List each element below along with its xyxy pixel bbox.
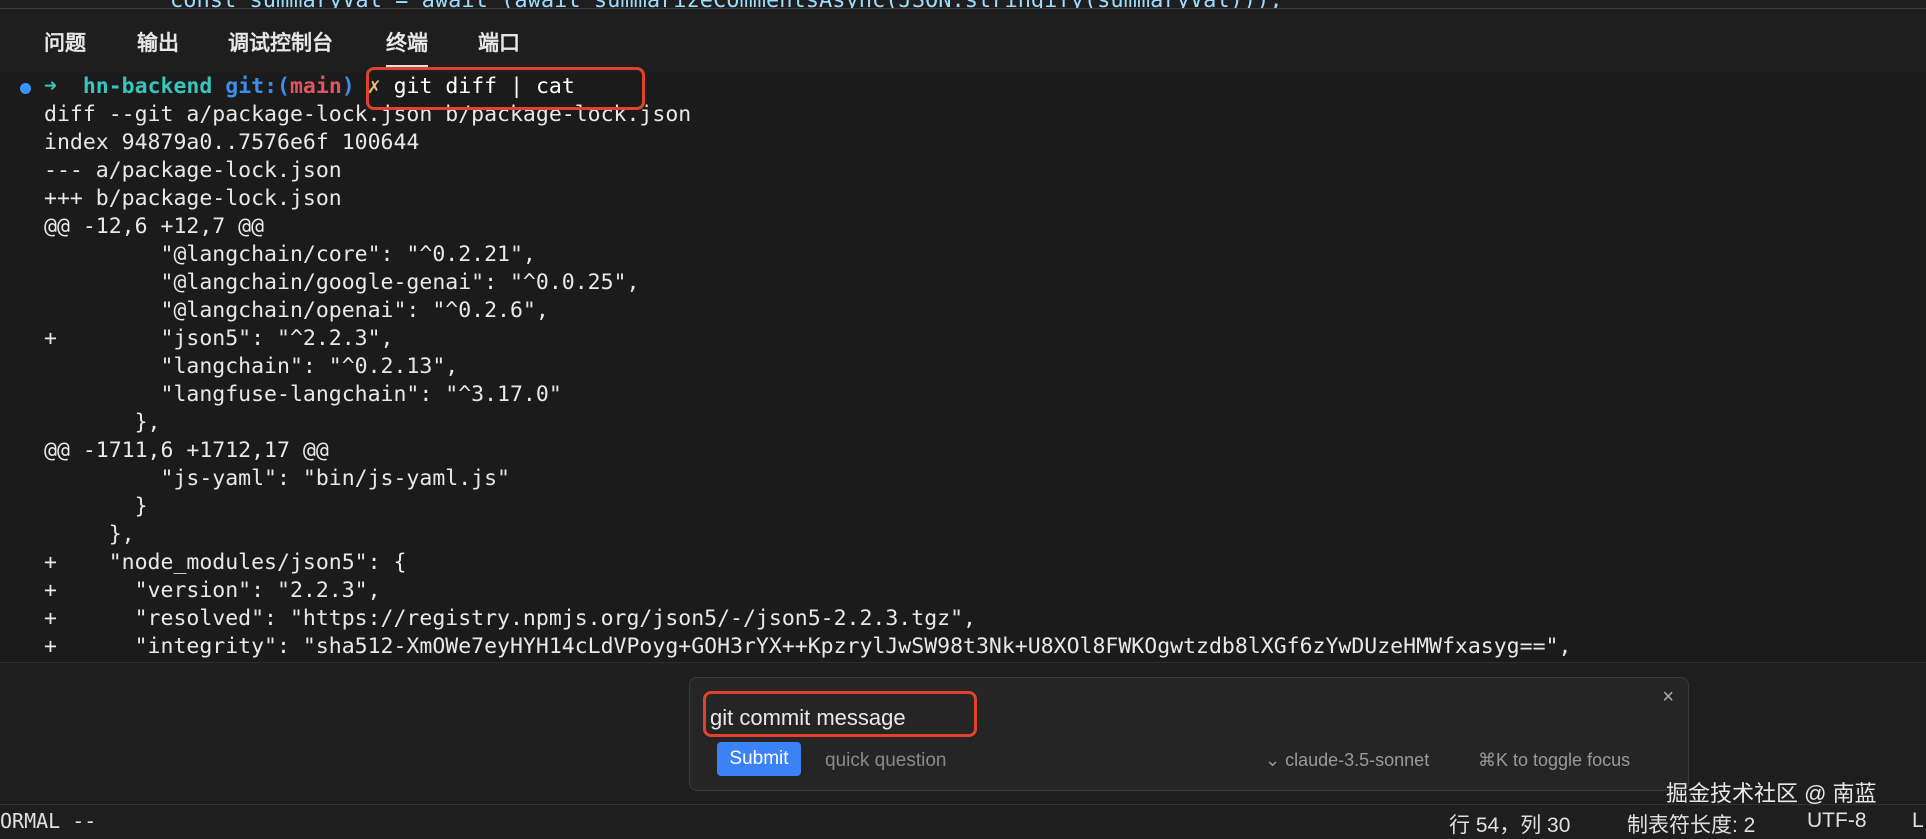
- diff-text: "langfuse-langchain": "^3.17.0": [44, 382, 562, 407]
- prompt-git-label: git:(: [225, 74, 290, 99]
- diff-line: index 94879a0..7576e6f 100644: [0, 129, 1926, 157]
- diff-line: diff --git a/package-lock.json b/package…: [0, 101, 1926, 129]
- diff-text: "integrity": "sha512-XmOWe7eyHYH14cLdVPo…: [44, 634, 1572, 659]
- diff-marker: +: [44, 606, 57, 631]
- panel-tabs: 问题 输出 调试控制台 终端 端口: [0, 9, 1926, 73]
- diff-text: "version": "2.2.3",: [44, 578, 381, 603]
- tab-terminal[interactable]: 终端: [386, 27, 428, 67]
- diff-line: @@ -1711,6 +1712,17 @@: [0, 437, 1926, 465]
- diff-text: "resolved": "https://registry.npmjs.org/…: [44, 606, 976, 631]
- terminal-prompt-line: ➜ hn-backend git:(main) ✗ git diff | cat: [0, 73, 1926, 101]
- diff-line: "js-yaml": "bin/js-yaml.js": [0, 465, 1926, 493]
- diff-line: "@langchain/core": "^0.2.21",: [0, 241, 1926, 269]
- diff-line: + "integrity": "sha512-XmOWe7eyHYH14cLdV…: [0, 633, 1926, 661]
- diff-text: "json5": "^2.2.3",: [44, 326, 394, 351]
- terminal-bottom-border: [0, 662, 1926, 663]
- diff-text: --- a/package-lock.json: [44, 158, 342, 183]
- terminal-output: ➜ hn-backend git:(main) ✗ git diff | cat…: [0, 73, 1926, 661]
- diff-text: +++ b/package-lock.json: [44, 186, 342, 211]
- encoding[interactable]: UTF-8: [1807, 809, 1867, 833]
- prompt-git-close: ): [341, 74, 355, 99]
- chevron-down-icon: ⌄: [1265, 750, 1286, 770]
- diff-text: "langchain": "^0.2.13",: [44, 354, 459, 379]
- diff-text: "js-yaml": "bin/js-yaml.js": [44, 466, 510, 491]
- tab-ports[interactable]: 端口: [478, 27, 520, 65]
- diff-text: "@langchain/google-genai": "^0.0.25",: [44, 270, 640, 295]
- tab-problems[interactable]: 问题: [44, 27, 86, 65]
- diff-line: +++ b/package-lock.json: [0, 185, 1926, 213]
- diff-line: "@langchain/openai": "^0.2.6",: [0, 297, 1926, 325]
- toggle-focus-hint: ⌘K to toggle focus: [1478, 750, 1631, 770]
- prompt-arrow-icon: ➜: [44, 74, 57, 99]
- prompt-status-dot: [20, 83, 31, 94]
- diff-text: "@langchain/openai": "^0.2.6",: [44, 298, 549, 323]
- prompt-branch: main: [289, 74, 342, 99]
- diff-line: --- a/package-lock.json: [0, 157, 1926, 185]
- diff-text: @@ -1711,6 +1712,17 @@: [44, 438, 329, 463]
- editor-code-line: const summaryVal = await (await summariz…: [170, 0, 1283, 8]
- editor-peek: const summaryVal = await (await summariz…: [0, 0, 1926, 8]
- diff-line: + "json5": "^2.2.3",: [0, 325, 1926, 353]
- diff-line: + "resolved": "https://registry.npmjs.or…: [0, 605, 1926, 633]
- diff-text: "node_modules/json5": {: [44, 550, 407, 575]
- prompt-directory: hn-backend: [82, 74, 213, 99]
- cursor-position[interactable]: 行 54，列 30: [1449, 809, 1570, 839]
- diff-marker: +: [44, 634, 57, 659]
- model-select[interactable]: ⌄ claude-3.5-sonnet: [1265, 750, 1429, 771]
- diff-line: "langfuse-langchain": "^3.17.0": [0, 381, 1926, 409]
- tab-size[interactable]: 制表符长度: 2: [1627, 809, 1755, 839]
- diff-marker: +: [44, 578, 57, 603]
- status-bar: ORMAL -- 行 54，列 30 制表符长度: 2 UTF-8 L: [0, 804, 1926, 837]
- input-highlight-box: [703, 691, 977, 737]
- diff-marker: +: [44, 550, 57, 575]
- vim-mode-indicator: ORMAL --: [0, 809, 97, 833]
- diff-output: diff --git a/package-lock.json b/package…: [0, 101, 1926, 661]
- diff-text: }: [44, 494, 148, 519]
- diff-text: },: [44, 522, 135, 547]
- tab-output[interactable]: 输出: [137, 27, 179, 65]
- close-icon[interactable]: ×: [1662, 686, 1674, 709]
- end-of-line[interactable]: L: [1912, 809, 1924, 833]
- submit-button[interactable]: Submit: [717, 742, 801, 776]
- diff-line: "langchain": "^0.2.13",: [0, 353, 1926, 381]
- diff-marker: +: [44, 326, 57, 351]
- diff-line: },: [0, 409, 1926, 437]
- diff-text: index 94879a0..7576e6f 100644: [44, 130, 420, 155]
- diff-line: },: [0, 521, 1926, 549]
- diff-line: "@langchain/google-genai": "^0.0.25",: [0, 269, 1926, 297]
- command-highlight-box: [366, 67, 645, 110]
- diff-line: }: [0, 493, 1926, 521]
- diff-line: @@ -12,6 +12,7 @@: [0, 213, 1926, 241]
- diff-line: + "version": "2.2.3",: [0, 577, 1926, 605]
- tab-debug-console[interactable]: 调试控制台: [228, 27, 333, 65]
- diff-text: "@langchain/core": "^0.2.21",: [44, 242, 536, 267]
- terminal-view[interactable]: ➜ hn-backend git:(main) ✗ git diff | cat…: [0, 67, 1926, 663]
- diff-text: @@ -12,6 +12,7 @@: [44, 214, 265, 239]
- quick-question-option[interactable]: quick question: [825, 750, 946, 772]
- quick-chat-panel: × Submit quick question ⌄ claude-3.5-son…: [689, 677, 1689, 791]
- diff-text: },: [44, 410, 161, 435]
- model-name: claude-3.5-sonnet: [1285, 750, 1430, 770]
- diff-line: + "node_modules/json5": {: [0, 549, 1926, 577]
